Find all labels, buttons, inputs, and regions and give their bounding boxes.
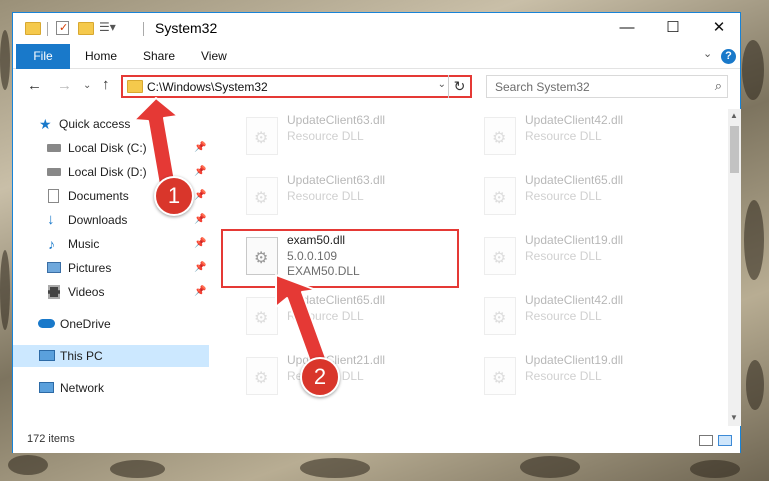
annotation-arrows (133, 97, 328, 368)
arrow-step-2 (275, 274, 328, 368)
step-badge-2: 2 (300, 357, 340, 397)
step-badge-1: 1 (154, 176, 194, 216)
